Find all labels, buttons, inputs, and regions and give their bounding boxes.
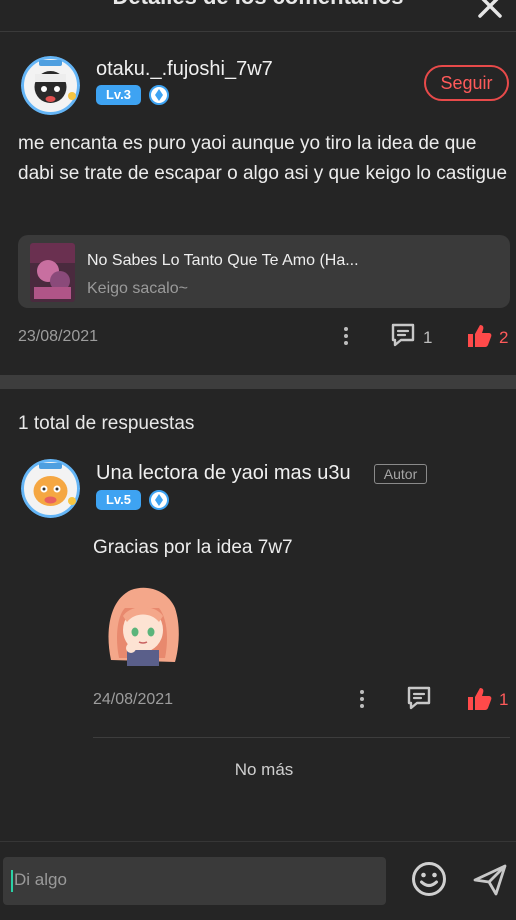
reply-like-icon[interactable]: [466, 686, 492, 712]
author-tag: Autor: [374, 464, 427, 484]
total-replies-label: 1 total de respuestas: [18, 413, 195, 434]
avatar[interactable]: [21, 56, 80, 115]
like-icon[interactable]: [466, 323, 492, 349]
send-icon[interactable]: [472, 862, 508, 898]
reply-divider: [93, 737, 510, 738]
comment-date: 23/08/2021: [18, 328, 99, 345]
page-title: Detalles de los comentarios: [0, 0, 516, 10]
story-card[interactable]: No Sabes Lo Tanto Que Te Amo (Ha... Keig…: [18, 235, 510, 308]
badge-icon: [149, 85, 169, 105]
reply-text: Gracias por la idea 7w7: [93, 537, 293, 558]
reply-more-options-icon[interactable]: [355, 688, 369, 710]
reply-like-count: 1: [499, 690, 509, 709]
text-cursor: [11, 869, 13, 892]
reply-username[interactable]: Una lectora de yaoi mas u3u: [96, 462, 351, 485]
story-subtitle: Keigo sacalo~: [87, 280, 188, 297]
reply-count: 1: [423, 328, 433, 347]
reply-comment-icon[interactable]: [405, 684, 433, 712]
comment-input-bar: Di algo: [0, 841, 516, 920]
reply-badge-icon: [149, 490, 169, 510]
follow-button[interactable]: Seguir: [424, 65, 509, 101]
header: Detalles de los comentarios: [0, 0, 516, 32]
reply-avatar[interactable]: [21, 459, 80, 518]
more-options-icon[interactable]: [339, 325, 353, 347]
reply-date: 24/08/2021: [93, 691, 174, 708]
reply-icon[interactable]: [389, 321, 417, 349]
like-count: 2: [499, 328, 509, 347]
emoji-icon[interactable]: [411, 861, 447, 897]
sticker-image: [108, 587, 179, 666]
story-cover-image: [30, 243, 75, 302]
close-icon[interactable]: [474, 0, 506, 22]
reply-level-badge: Lv.5: [96, 490, 141, 510]
input-placeholder: Di algo: [14, 870, 67, 889]
comment-text: me encanta es puro yaoi aunque yo tiro l…: [18, 133, 508, 184]
section-divider: [0, 375, 516, 389]
comment-username[interactable]: otaku._.fujoshi_7w7: [96, 58, 273, 81]
no-more-label: No más: [234, 760, 294, 779]
level-badge: Lv.3: [96, 85, 141, 105]
story-title: No Sabes Lo Tanto Que Te Amo (Ha...: [87, 252, 359, 269]
comment-input[interactable]: Di algo: [3, 857, 386, 905]
